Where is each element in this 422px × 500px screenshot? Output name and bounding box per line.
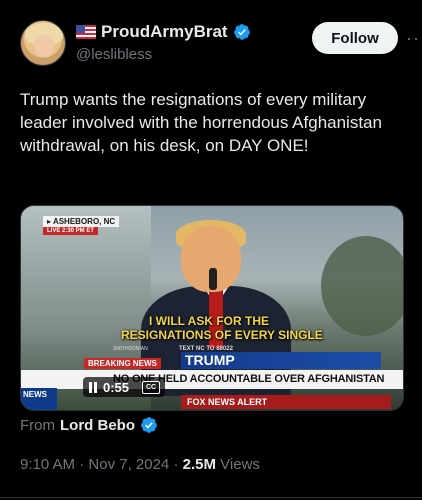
tweet-text: Trump wants the resignations of every mi… xyxy=(20,90,382,155)
video-controls: 0:55 CC xyxy=(83,377,166,397)
video-elapsed-time: 0:55 xyxy=(103,379,130,395)
tweet-meta: 9:10 AM · Nov 7, 2024 · 2.5M Views xyxy=(20,456,260,473)
video-live-tag: LIVE 2:30 PM ET xyxy=(43,227,99,235)
verified-badge-icon xyxy=(233,24,250,40)
video-caption-line2: RESIGNATIONS OF EVERY SINGLE xyxy=(121,328,323,342)
avatar[interactable] xyxy=(20,20,66,66)
verified-badge-icon xyxy=(141,417,157,433)
follow-button[interactable]: Follow xyxy=(312,22,398,54)
source-prefix: From xyxy=(20,416,55,434)
author-name-row[interactable]: ProudArmyBrat xyxy=(76,22,251,42)
video-news-badge: NEWS xyxy=(21,388,57,410)
video-alert-bar: FOX NEWS ALERT xyxy=(181,395,391,409)
pause-icon[interactable] xyxy=(88,381,98,393)
video-source: From Lord Bebo xyxy=(20,416,158,434)
source-name[interactable]: Lord Bebo xyxy=(60,417,135,434)
video-player[interactable]: ▸ ASHEBORO, NC LIVE 2:30 PM ET I WILL AS… xyxy=(20,205,404,411)
us-flag-icon xyxy=(76,25,96,39)
views-count: 2.5M xyxy=(182,456,216,473)
tweet-time[interactable]: 9:10 AM xyxy=(20,456,75,473)
video-caption-line1: I WILL ASK FOR THE xyxy=(149,314,269,328)
tweet-header: ProudArmyBrat @leslibless Follow ··· xyxy=(20,20,422,68)
video-tree xyxy=(321,236,403,336)
breaking-news-label: BREAKING NEWS xyxy=(84,358,161,369)
video-headline-name: TRUMP xyxy=(181,352,381,369)
video-location-tag: ▸ ASHEBORO, NC xyxy=(43,216,120,227)
divider xyxy=(0,497,422,498)
author-handle[interactable]: @leslibless xyxy=(76,46,152,63)
author-display-name[interactable]: ProudArmyBrat xyxy=(101,22,228,42)
meta-separator: · xyxy=(79,456,85,473)
tweet-date[interactable]: Nov 7, 2024 xyxy=(88,456,169,473)
meta-separator: · xyxy=(173,456,179,473)
closed-captions-icon[interactable]: CC xyxy=(142,380,161,394)
video-small-tag-left: SMITHSONIAN xyxy=(113,346,148,352)
views-label: Views xyxy=(220,456,260,473)
more-options-icon[interactable]: ··· xyxy=(406,28,422,49)
avatar-face xyxy=(34,35,54,57)
microphone-icon xyxy=(209,268,217,290)
